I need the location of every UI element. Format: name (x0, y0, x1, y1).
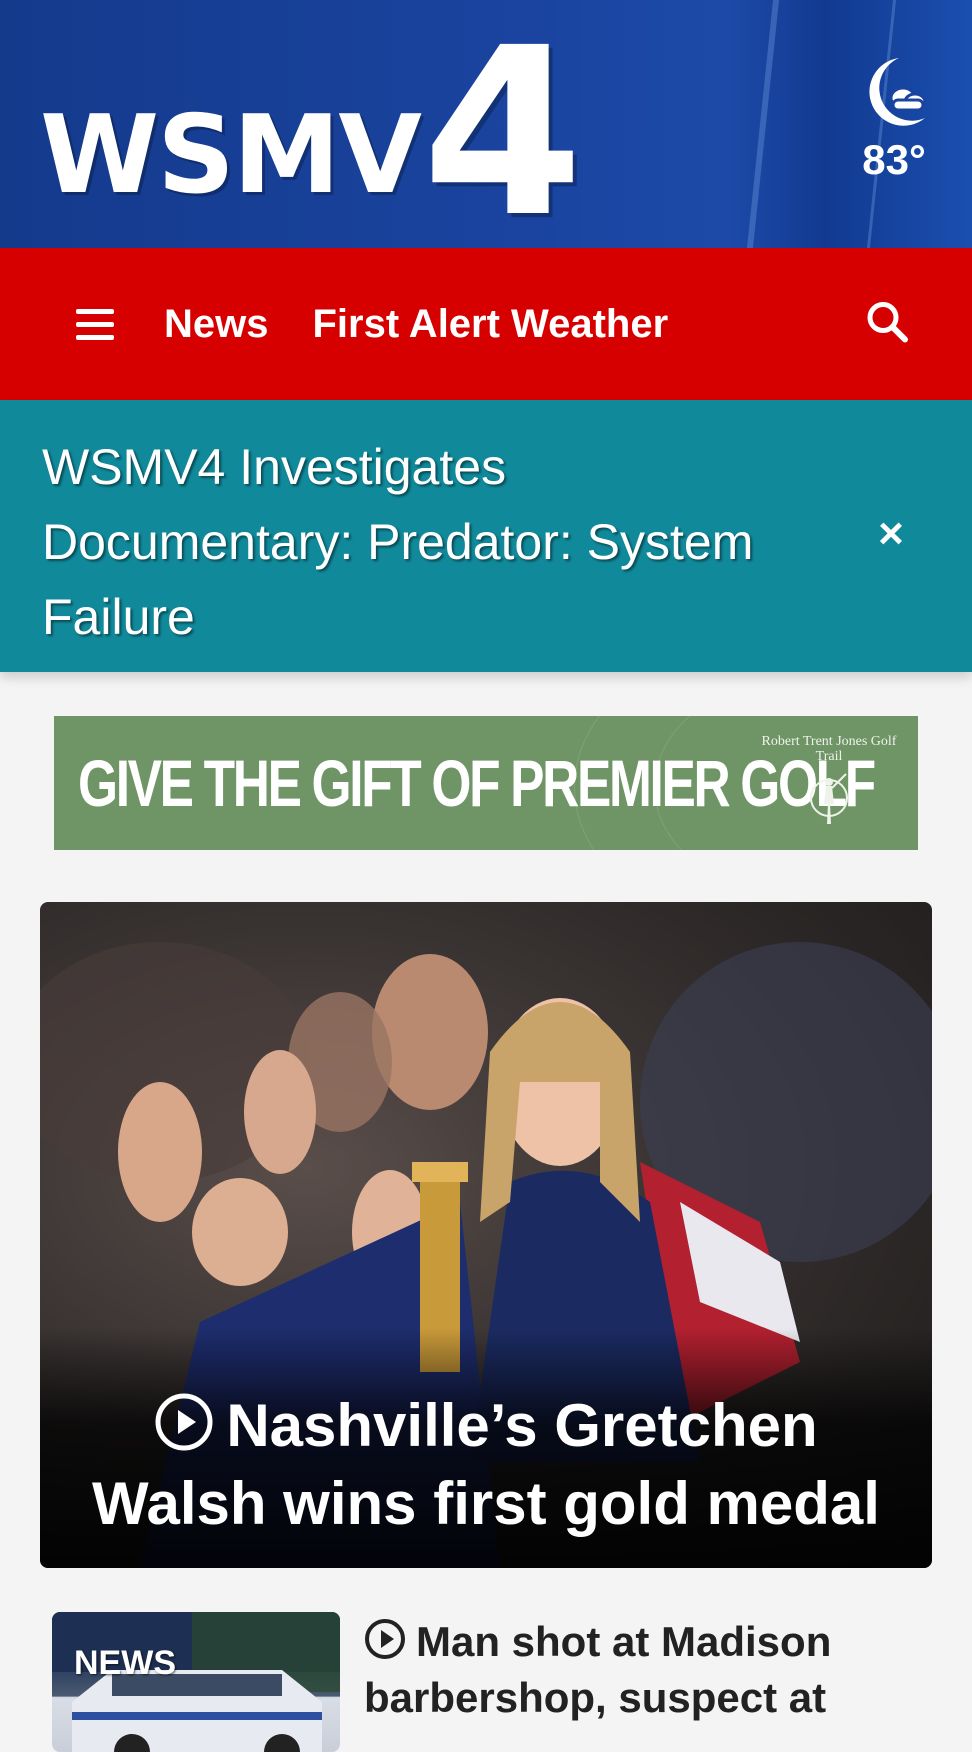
main-nav: News First Alert Weather (0, 248, 972, 400)
header-streak (746, 0, 780, 248)
play-icon (154, 1392, 214, 1468)
story-card[interactable]: NEWS Man shot at Madison barbershop, sus… (52, 1612, 932, 1752)
story-thumbnail: NEWS (52, 1612, 340, 1752)
moon-cloud-icon (869, 58, 927, 126)
banner-text[interactable]: WSMV4 Investigates Documentary: Predator… (42, 430, 822, 655)
nav-link-first-alert-weather[interactable]: First Alert Weather (313, 302, 669, 347)
play-icon (364, 1618, 406, 1672)
story-title-text: Man shot at Madison barbershop, suspect … (364, 1618, 832, 1721)
thumb-label: NEWS (74, 1644, 176, 1682)
logo-number: 4 (421, 0, 584, 248)
hero-headline: Nashville’s Gretchen Walsh wins first go… (70, 1390, 902, 1540)
story-title: Man shot at Madison barbershop, suspect … (364, 1616, 924, 1724)
golfer-icon (810, 773, 848, 824)
weather-widget[interactable]: 83° (854, 52, 934, 184)
close-icon[interactable]: × (870, 512, 912, 556)
hamburger-menu-icon[interactable] (76, 304, 116, 344)
logo-text: WSMV (40, 93, 422, 218)
ad-brand-logo: Robert Trent Jones Golf Trail (754, 734, 904, 842)
temperature: 83° (862, 136, 926, 183)
advertisement-banner[interactable]: GIVE THE GIFT OF PREMIER GOLF Robert Tre… (54, 716, 918, 850)
breaking-banner: WSMV4 Investigates Documentary: Predator… (0, 400, 972, 672)
hero-story[interactable]: Nashville’s Gretchen Walsh wins first go… (40, 902, 932, 1568)
ad-brand-text: Robert Trent Jones Golf Trail (761, 734, 897, 764)
station-logo[interactable]: WSMV 4 (40, 0, 584, 248)
nav-link-news[interactable]: News (164, 302, 269, 347)
search-icon[interactable] (864, 299, 910, 350)
header-brand-bar: WSMV 4 83° (0, 0, 972, 248)
